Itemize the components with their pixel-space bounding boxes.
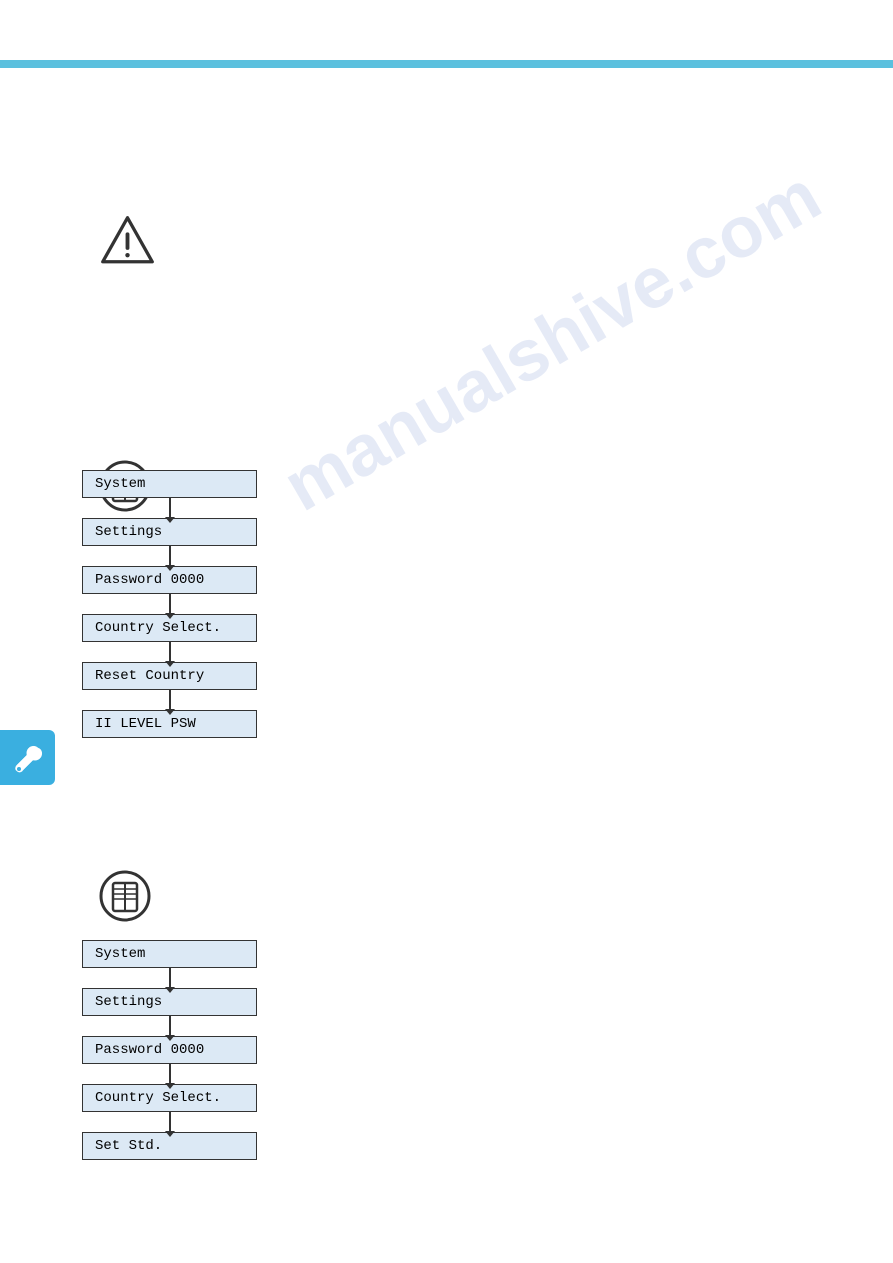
flow-box-system-2: System — [82, 940, 257, 968]
arrow-7 — [169, 1016, 171, 1036]
wrench-icon — [13, 743, 43, 773]
top-bar — [0, 60, 893, 68]
arrow-1 — [169, 498, 171, 518]
arrow-9 — [169, 1112, 171, 1132]
book-icon-2 — [99, 870, 151, 927]
arrow-3 — [169, 594, 171, 614]
watermark: manualshive.com — [270, 154, 834, 527]
arrow-4 — [169, 642, 171, 662]
flow-diagram-1: System Settings Password 0000 Country Se… — [82, 470, 257, 738]
arrow-8 — [169, 1064, 171, 1084]
tool-tab[interactable] — [0, 730, 55, 785]
arrow-6 — [169, 968, 171, 988]
warning-icon — [100, 215, 155, 270]
arrow-5 — [169, 690, 171, 710]
arrow-2 — [169, 546, 171, 566]
flow-box-system-1: System — [82, 470, 257, 498]
flow-diagram-2: System Settings Password 0000 Country Se… — [82, 940, 257, 1160]
